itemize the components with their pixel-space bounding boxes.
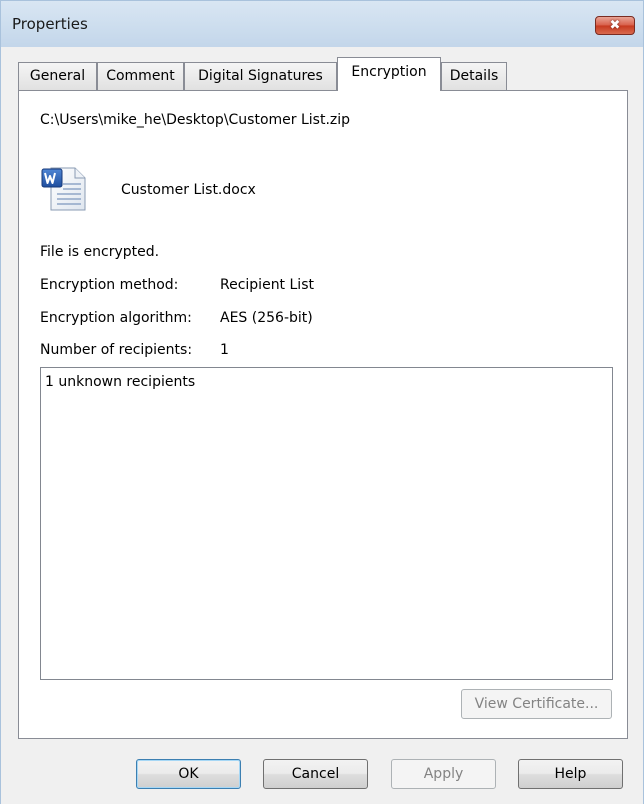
- recipients-listbox[interactable]: 1 unknown recipients: [40, 367, 613, 680]
- close-icon: ✖: [609, 18, 621, 33]
- archive-path: C:\Users\mike_he\Desktop\Customer List.z…: [40, 112, 351, 128]
- cancel-button[interactable]: Cancel: [263, 759, 368, 789]
- tab-details-label: Details: [449, 68, 499, 84]
- window-title: Properties: [12, 15, 88, 33]
- recipients-count-label: Number of recipients:: [40, 342, 193, 358]
- title-bar[interactable]: Properties ✖: [1, 1, 643, 47]
- tab-general[interactable]: General: [18, 62, 97, 90]
- tab-details[interactable]: Details: [441, 62, 507, 90]
- separator-line: [40, 228, 612, 229]
- properties-dialog: Properties ✖ General Comment Digital Sig…: [0, 0, 644, 804]
- close-button[interactable]: ✖: [595, 16, 635, 35]
- recipients-count-value: 1: [220, 342, 229, 358]
- tab-digital-signatures-label: Digital Signatures: [198, 68, 323, 84]
- tab-comment[interactable]: Comment: [97, 62, 184, 90]
- encryption-method-label: Encryption method:: [40, 277, 179, 293]
- view-certificate-button[interactable]: View Certificate...: [461, 689, 612, 719]
- tab-general-label: General: [29, 68, 86, 84]
- file-name: Customer List.docx: [121, 182, 256, 198]
- tab-digital-signatures[interactable]: Digital Signatures: [184, 62, 337, 90]
- encryption-algorithm-value: AES (256-bit): [220, 310, 313, 326]
- tab-comment-label: Comment: [106, 68, 175, 84]
- word-document-icon: [39, 164, 89, 212]
- list-item[interactable]: 1 unknown recipients: [45, 374, 195, 390]
- tab-encryption[interactable]: Encryption: [337, 57, 441, 91]
- encryption-method-value: Recipient List: [220, 277, 314, 293]
- encryption-status: File is encrypted.: [40, 244, 160, 260]
- apply-button[interactable]: Apply: [391, 759, 496, 789]
- encryption-algorithm-label: Encryption algorithm:: [40, 310, 192, 326]
- tab-encryption-label: Encryption: [351, 64, 427, 80]
- ok-button[interactable]: OK: [136, 759, 241, 789]
- help-button[interactable]: Help: [518, 759, 623, 789]
